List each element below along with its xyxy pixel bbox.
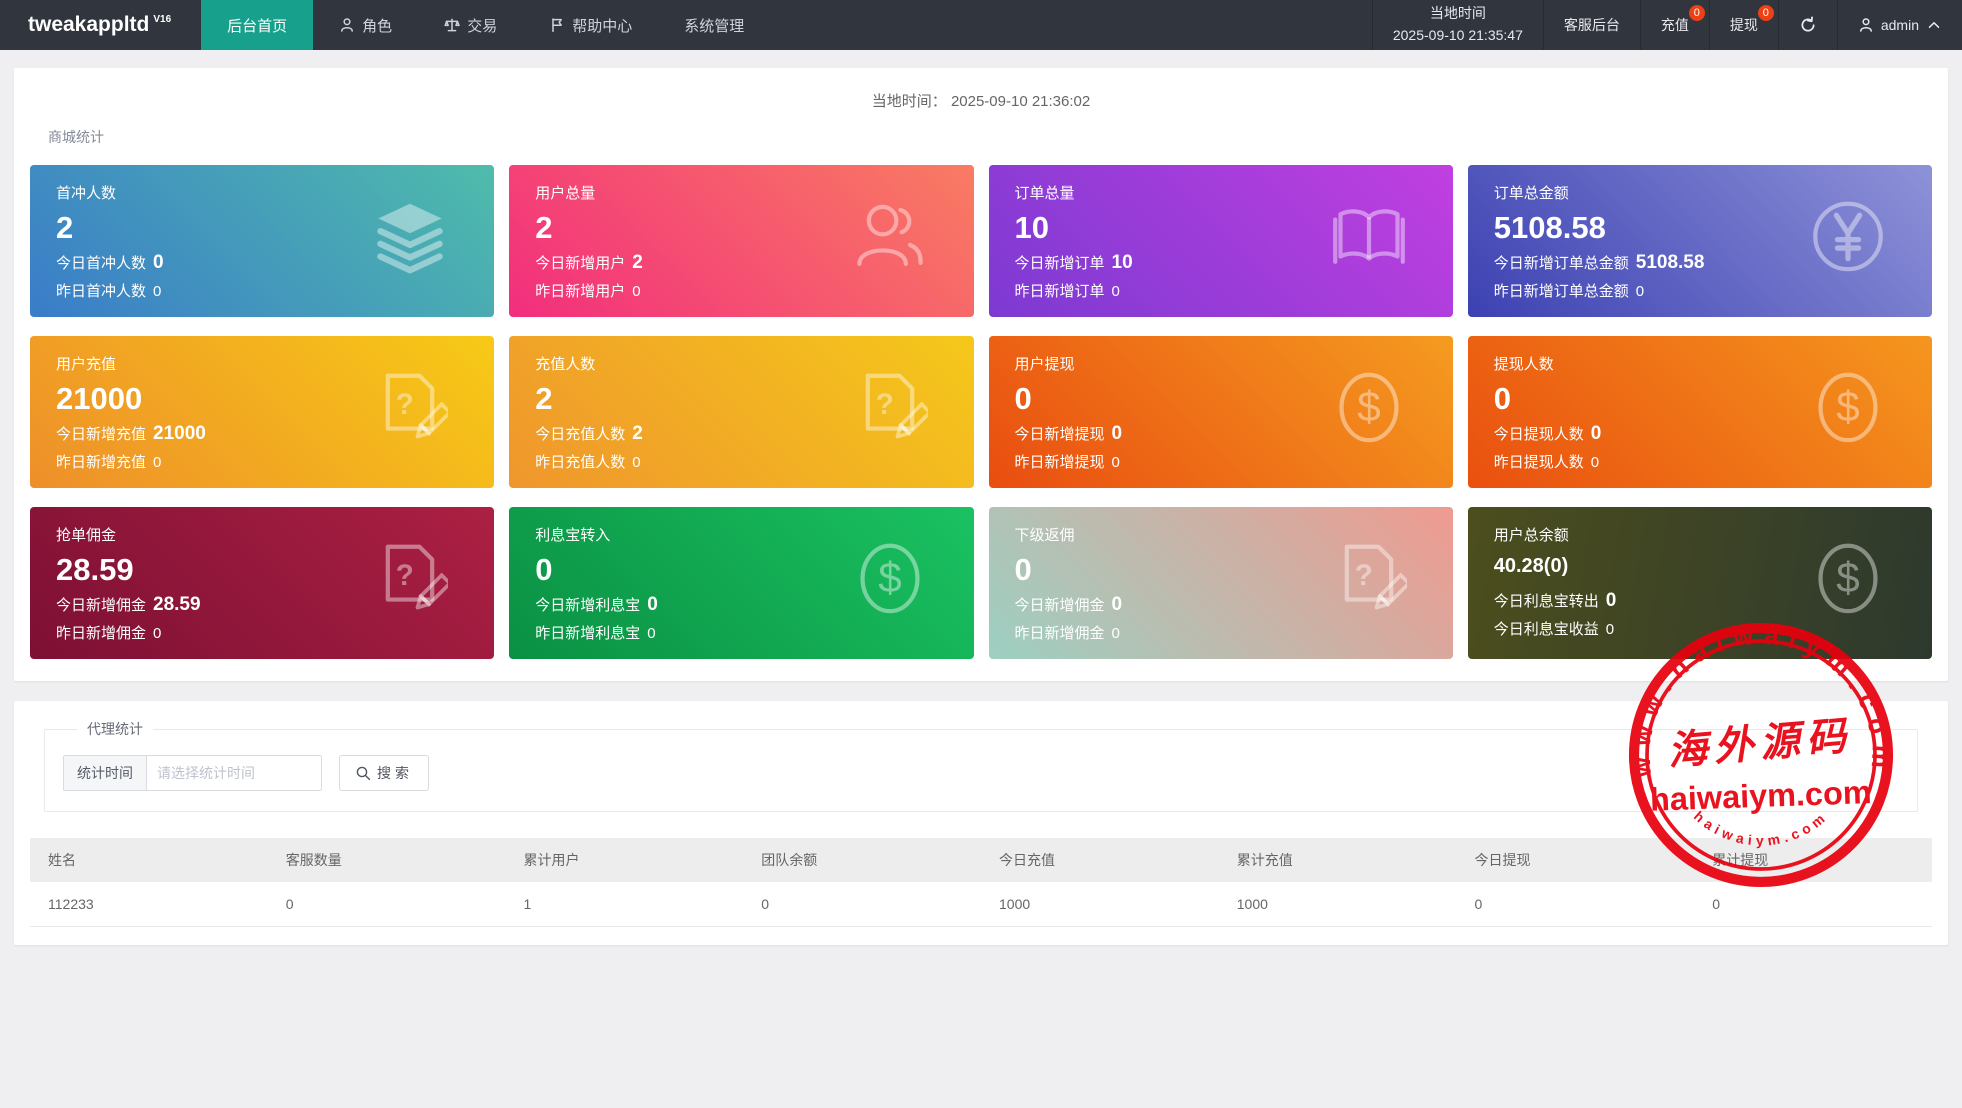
dollar-icon: [1810, 540, 1886, 616]
menu-item-dashboard[interactable]: 后台首页: [201, 0, 313, 50]
menu-item-system-admin[interactable]: 系统管理: [658, 0, 770, 50]
col-total-withdraw: 累计提现: [1694, 838, 1932, 882]
doc-edit-icon: [1331, 540, 1407, 616]
col-name: 姓名: [30, 838, 268, 882]
stat-time-input-group: 统计时间: [63, 755, 322, 791]
menu-item-help-center[interactable]: 帮助中心: [523, 0, 658, 50]
dollar-icon: [1810, 369, 1886, 445]
stat-card-total-users: 用户总量 2 今日新增用户2 昨日新增用户0: [509, 165, 973, 317]
navbar-right: 当地时间 2025-09-10 21:35:47 客服后台 充值 0 提现 0 …: [1372, 0, 1962, 50]
search-icon: [355, 765, 372, 782]
stat-card-total-order-amount: 订单总金额 5108.58 今日新增订单总金额5108.58 昨日新增订单总金额…: [1468, 165, 1932, 317]
dollar-icon: [1331, 369, 1407, 445]
flag-icon: [549, 17, 565, 33]
refresh-icon: [1799, 16, 1817, 34]
withdraw-badge: 0: [1758, 5, 1774, 21]
withdraw-button[interactable]: 提现 0: [1709, 0, 1778, 50]
stat-card-user-total-balance: 用户总余额 40.28(0) 今日利息宝转出0 今日利息宝收益0: [1468, 507, 1932, 659]
person-icon: [1858, 17, 1874, 33]
stat-cards-grid: 首冲人数 2 今日首冲人数0 昨日首冲人数0 用户总量 2 今日新增用户2 昨日…: [30, 165, 1932, 659]
page-local-time: 当地时间： 2025-09-10 21:36:02: [30, 80, 1932, 113]
stat-card-interest-transfer-in: 利息宝转入 0 今日新增利息宝0 昨日新增利息宝0: [509, 507, 973, 659]
col-team-balance: 团队余额: [743, 838, 981, 882]
shop-statistics-panel: 当地时间： 2025-09-10 21:36:02 商城统计 首冲人数 2 今日…: [14, 68, 1948, 681]
col-total-recharge: 累计充值: [1219, 838, 1457, 882]
dollar-icon: [852, 540, 928, 616]
col-today-recharge: 今日充值: [981, 838, 1219, 882]
stat-card-recharge-users: 充值人数 2 今日充值人数2 昨日充值人数0: [509, 336, 973, 488]
menu-item-trade[interactable]: 交易: [418, 0, 523, 50]
agent-stats-legend: 代理统计: [77, 719, 153, 739]
menu-item-roles[interactable]: 角色: [313, 0, 418, 50]
agent-stats-fieldset: 代理统计 统计时间 搜索: [44, 719, 1918, 812]
agent-filter-row: 统计时间 搜索: [63, 755, 1899, 791]
doc-edit-icon: [852, 369, 928, 445]
main-menu: 后台首页 角色 交易 帮助中心 系统管理: [201, 0, 770, 50]
chevron-up-icon: [1926, 17, 1942, 33]
section-title-shop-stats: 商城统计: [48, 127, 1932, 147]
stat-card-total-orders: 订单总量 10 今日新增订单10 昨日新增订单0: [989, 165, 1453, 317]
stat-time-input[interactable]: [146, 755, 322, 791]
service-backend-button[interactable]: 客服后台: [1543, 0, 1640, 50]
agent-statistics-panel: 代理统计 统计时间 搜索 姓名 客服数量 累计用户 团队余额 今日充值 累计充值…: [14, 701, 1948, 945]
stat-card-user-withdraw: 用户提现 0 今日新增提现0 昨日新增提现0: [989, 336, 1453, 488]
admin-username: admin: [1881, 17, 1919, 33]
app-logo-text: tweakappltd: [28, 13, 149, 37]
navbar-local-time: 当地时间 2025-09-10 21:35:47: [1372, 0, 1543, 50]
app-logo: tweakappltd V16: [0, 0, 201, 50]
admin-dropdown[interactable]: admin: [1837, 0, 1962, 50]
book-icon: [1331, 198, 1407, 274]
stat-time-label: 统计时间: [63, 755, 146, 791]
col-today-withdraw: 今日提现: [1457, 838, 1695, 882]
refresh-button[interactable]: [1778, 0, 1837, 50]
stat-card-sub-rebate: 下级返佣 0 今日新增佣金0 昨日新增佣金0: [989, 507, 1453, 659]
agent-table-row: 112233 0 1 0 1000 1000 0 0: [30, 882, 1932, 926]
page-local-time-value: 2025-09-10 21:36:02: [951, 93, 1090, 110]
recharge-badge: 0: [1689, 5, 1705, 21]
agent-table: 姓名 客服数量 累计用户 团队余额 今日充值 累计充值 今日提现 累计提现 11…: [30, 838, 1932, 927]
stat-card-user-recharge: 用户充值 21000 今日新增充值21000 昨日新增充值0: [30, 336, 494, 488]
navbar-local-time-value: 2025-09-10 21:35:47: [1393, 25, 1523, 47]
doc-edit-icon: [372, 540, 448, 616]
recharge-button[interactable]: 充值 0: [1640, 0, 1709, 50]
scales-icon: [444, 17, 460, 33]
col-total-users: 累计用户: [506, 838, 744, 882]
stat-card-withdraw-users: 提现人数 0 今日提现人数0 昨日提现人数0: [1468, 336, 1932, 488]
search-button[interactable]: 搜索: [339, 755, 429, 791]
stat-card-first-charge-users: 首冲人数 2 今日首冲人数0 昨日首冲人数0: [30, 165, 494, 317]
col-service-count: 客服数量: [268, 838, 506, 882]
person-icon: [339, 17, 355, 33]
users-icon: [852, 198, 928, 274]
yen-icon: [1810, 198, 1886, 274]
stat-card-grab-commission: 抢单佣金 28.59 今日新增佣金28.59 昨日新增佣金0: [30, 507, 494, 659]
app-version: V16: [153, 14, 171, 25]
agent-table-header-row: 姓名 客服数量 累计用户 团队余额 今日充值 累计充值 今日提现 累计提现: [30, 838, 1932, 882]
doc-edit-icon: [372, 369, 448, 445]
top-navbar: tweakappltd V16 后台首页 角色 交易 帮助中心 系统管理 当地时间…: [0, 0, 1962, 50]
layers-icon: [372, 198, 448, 274]
